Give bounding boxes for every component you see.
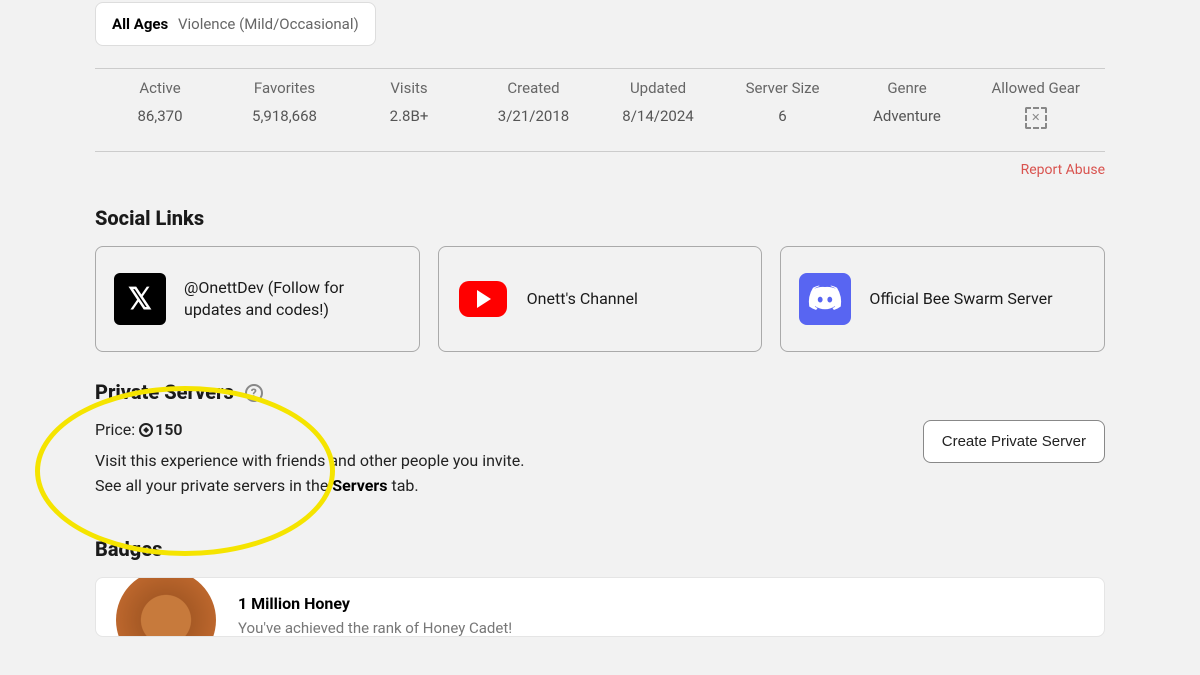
private-servers-title: Private Servers ? [95, 380, 1110, 404]
rating-age: All Ages [112, 15, 168, 33]
report-abuse-link[interactable]: Report Abuse [1021, 162, 1105, 178]
x-icon: 𝕏 [114, 273, 166, 325]
robux-icon [139, 423, 153, 437]
private-server-price: Price:150 [95, 420, 525, 439]
stats-row: Active 86,370 Favorites 5,918,668 Visits… [90, 79, 1110, 133]
no-gear-icon [1025, 107, 1047, 129]
private-servers-info: Price:150 Visit this experience with fri… [95, 420, 525, 499]
divider [95, 68, 1105, 69]
servers-tab-link[interactable]: Servers [332, 476, 387, 495]
badge-name: 1 Million Honey [238, 594, 512, 613]
stat-updated: Updated 8/14/2024 [618, 79, 698, 133]
discord-icon [799, 273, 851, 325]
stat-allowed-gear: Allowed Gear [992, 79, 1080, 133]
social-link-label: Onett's Channel [527, 288, 638, 310]
private-servers-description: Visit this experience with friends and o… [95, 449, 525, 499]
rating-descriptor: Violence (Mild/Occasional) [178, 15, 359, 33]
social-link-discord[interactable]: Official Bee Swarm Server [780, 246, 1105, 352]
divider [95, 151, 1105, 152]
social-link-label: @OnettDev (Follow for updates and codes!… [184, 277, 401, 320]
help-icon[interactable]: ? [245, 384, 263, 402]
youtube-icon [459, 281, 507, 317]
badge-icon [116, 577, 216, 637]
stat-favorites: Favorites 5,918,668 [245, 79, 325, 133]
social-links-title: Social Links [95, 206, 1110, 230]
social-link-youtube[interactable]: Onett's Channel [438, 246, 763, 352]
social-links-grid: 𝕏 @OnettDev (Follow for updates and code… [95, 246, 1105, 352]
badge-description: You've achieved the rank of Honey Cadet! [238, 619, 512, 637]
stat-created: Created 3/21/2018 [494, 79, 574, 133]
badge-card[interactable]: 1 Million Honey You've achieved the rank… [95, 577, 1105, 637]
social-link-label: Official Bee Swarm Server [869, 288, 1052, 310]
stat-genre: Genre Adventure [867, 79, 947, 133]
create-private-server-button[interactable]: Create Private Server [923, 420, 1105, 463]
stat-server-size: Server Size 6 [743, 79, 823, 133]
rating-tags: All Ages Violence (Mild/Occasional) [95, 2, 376, 46]
stat-visits: Visits 2.8B+ [369, 79, 449, 133]
stat-active: Active 86,370 [120, 79, 200, 133]
social-link-x[interactable]: 𝕏 @OnettDev (Follow for updates and code… [95, 246, 420, 352]
badges-title: Badges [95, 537, 1110, 561]
